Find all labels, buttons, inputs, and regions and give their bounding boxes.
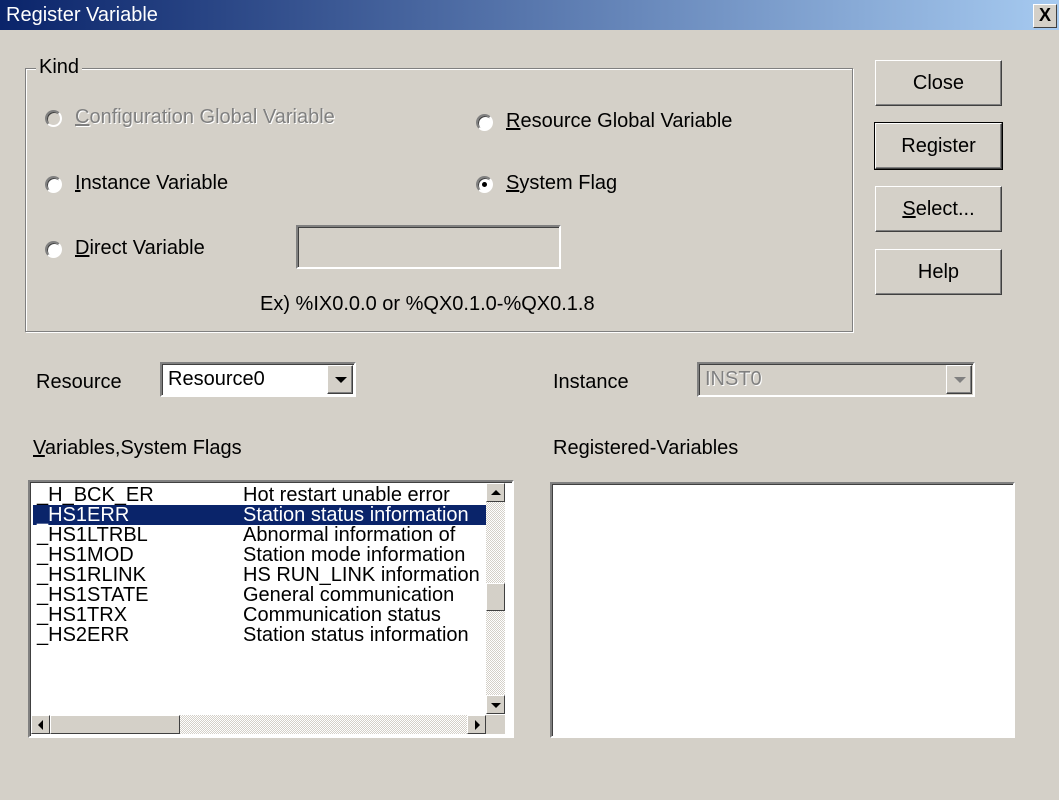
variable-name: _HS1TRX	[37, 605, 128, 625]
list-item[interactable]: _H_BCK_ER Hot restart unable error	[33, 485, 488, 505]
vertical-scrollbar[interactable]	[486, 483, 505, 714]
help-button[interactable]: Help	[875, 249, 1002, 295]
scroll-left-icon[interactable]	[31, 715, 50, 734]
chevron-down-icon[interactable]	[327, 365, 353, 394]
variables-list[interactable]: _H_BCK_ER Hot restart unable error _HS1ERR…	[28, 480, 514, 738]
variable-description: General communication	[243, 585, 455, 605]
variable-name: _HS1MOD	[37, 545, 134, 565]
instance-value: INST0	[705, 368, 762, 390]
resource-label: Resource	[36, 371, 122, 393]
radio-resource-global-label: Resource Global Variable	[506, 110, 733, 132]
direct-variable-field[interactable]	[296, 225, 561, 269]
scroll-thumb[interactable]	[486, 583, 505, 611]
register-button[interactable]: Register	[874, 122, 1003, 170]
title-bar: Register Variable X	[0, 0, 1059, 30]
close-button[interactable]: Close	[875, 60, 1002, 106]
scroll-right-icon[interactable]	[467, 715, 486, 734]
list-item[interactable]: _HS2ERR Station status information	[33, 625, 488, 645]
instance-label: Instance	[553, 371, 629, 393]
scroll-corner	[486, 715, 505, 734]
resource-value: Resource0	[168, 368, 265, 390]
scroll-up-icon[interactable]	[486, 483, 505, 502]
variable-description: Communication status	[243, 605, 441, 625]
scroll-thumb[interactable]	[50, 715, 180, 734]
variable-name: _HS1LTRBL	[37, 525, 148, 545]
list-item[interactable]: _HS1RLINK HS RUN_LINK information	[33, 565, 488, 585]
registered-variables-list[interactable]	[550, 482, 1015, 738]
select-button[interactable]: Select...	[875, 186, 1002, 232]
kind-group-label: Kind	[36, 56, 83, 78]
variable-description: HS RUN_LINK information	[243, 565, 480, 585]
variable-name: _HS1ERR	[37, 505, 130, 525]
radio-system-flag-label: System Flag	[506, 172, 618, 194]
direct-variable-example: Ex) %IX0.0.0 or %QX0.1.0-%QX0.1.8	[260, 293, 595, 315]
horizontal-scrollbar[interactable]	[31, 715, 486, 734]
radio-circle	[45, 241, 62, 258]
variable-description: Station status information	[243, 625, 469, 645]
variable-description: Station mode information	[243, 545, 466, 565]
variable-description: Station status information	[243, 505, 469, 525]
list-item[interactable]: _HS1LTRBL Abnormal information of	[33, 525, 488, 545]
list-item[interactable]: _HS1MOD Station mode information	[33, 545, 488, 565]
instance-dropdown[interactable]: INST0	[697, 362, 975, 397]
variable-name: _H_BCK_ER	[37, 485, 154, 505]
window-close-icon[interactable]: X	[1033, 4, 1057, 28]
variable-name: _HS1STATE	[37, 585, 149, 605]
radio-configuration-global-label: Configuration Global Variable	[75, 106, 335, 128]
list-item[interactable]: _HS1TRX Communication status	[33, 605, 488, 625]
list-item[interactable]: _HS1STATE General communication	[33, 585, 488, 605]
variable-name: _HS2ERR	[37, 625, 130, 645]
list-item[interactable]: _HS1ERR Station status information	[33, 505, 488, 525]
variable-description: Hot restart unable error	[243, 485, 450, 505]
scroll-down-icon[interactable]	[486, 695, 505, 714]
radio-direct-variable-label: Direct Variable	[75, 237, 205, 259]
window-title: Register Variable	[6, 4, 158, 26]
resource-dropdown[interactable]: Resource0	[160, 362, 356, 397]
radio-circle	[45, 176, 62, 193]
radio-circle	[476, 114, 493, 131]
variable-name: _HS1RLINK	[37, 565, 146, 585]
variable-description: Abnormal information of	[243, 525, 456, 545]
chevron-down-icon[interactable]	[946, 365, 972, 394]
registered-variables-label: Registered-Variables	[553, 437, 739, 459]
variables-system-flags-label: Variables,System Flags	[33, 437, 242, 459]
radio-circle	[45, 110, 62, 127]
radio-circle-selected	[476, 176, 493, 193]
radio-instance-variable-label: Instance Variable	[75, 172, 229, 194]
